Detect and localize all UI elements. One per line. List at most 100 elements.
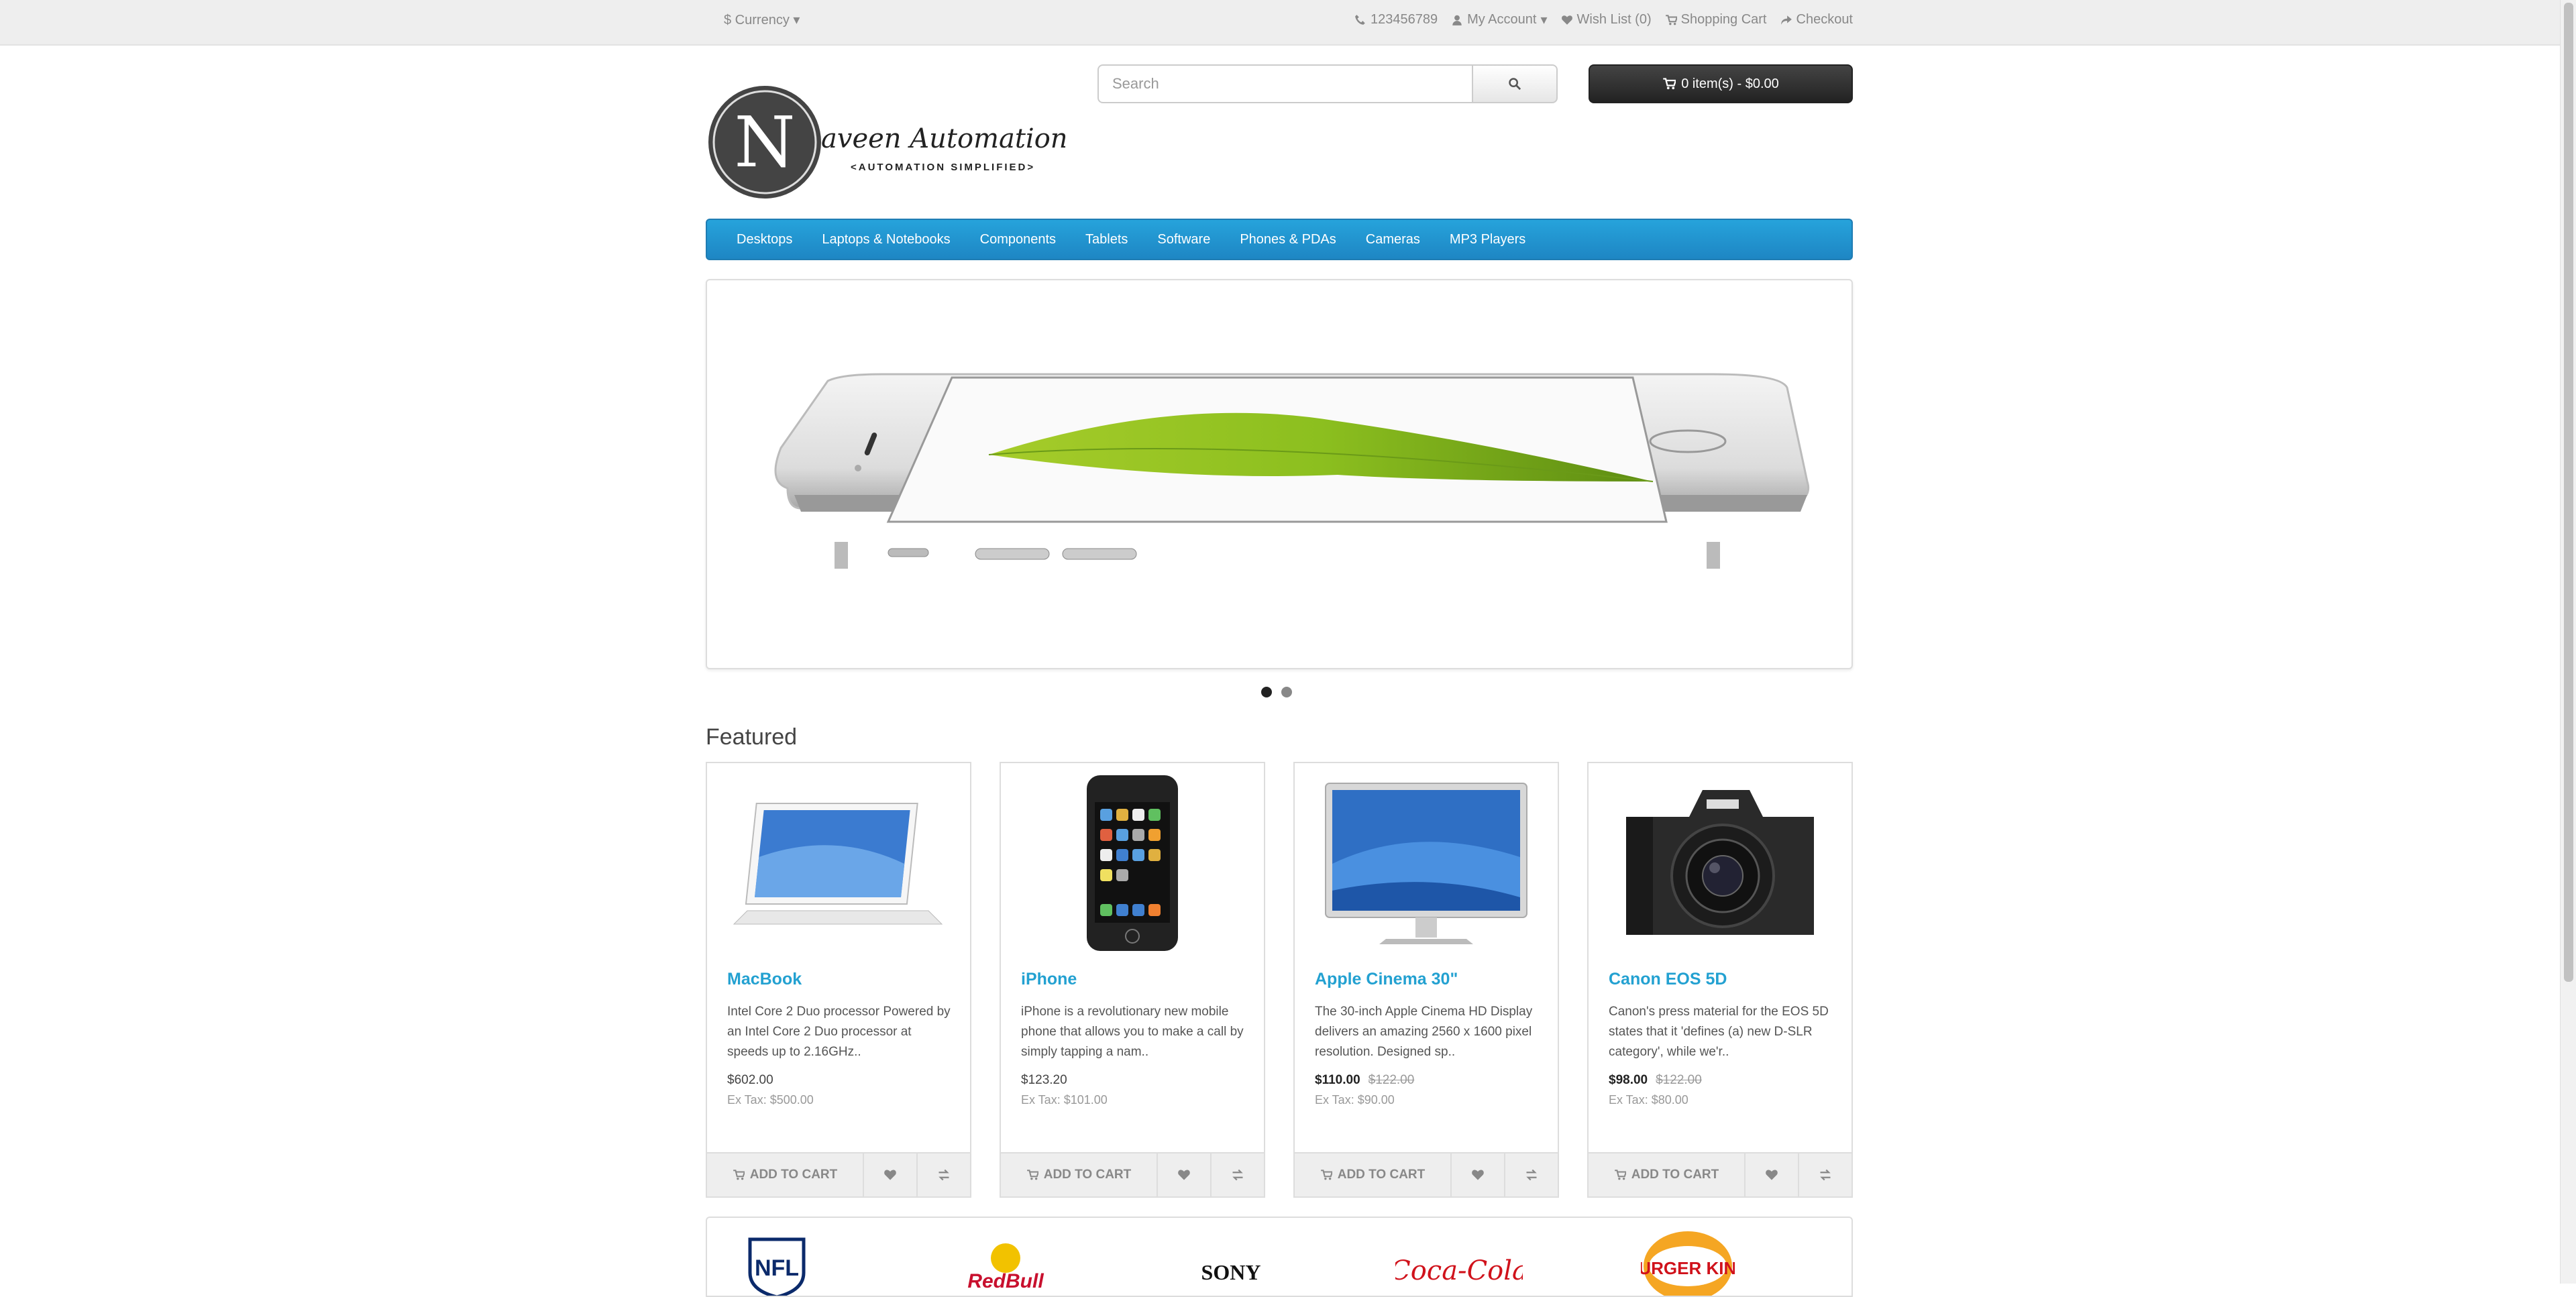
product-actions: ADD TO CART (1295, 1152, 1558, 1196)
iphone-image (1087, 775, 1178, 951)
sony-text: SONY (1201, 1260, 1261, 1284)
product-price: $110.00 $122.00 (1315, 1073, 1414, 1088)
compare-button[interactable] (1799, 1153, 1851, 1196)
caret-down-icon: ▾ (793, 13, 800, 27)
cart-icon (1320, 1170, 1332, 1180)
product-description: The 30-inch Apple Cinema HD Display deli… (1315, 1005, 1533, 1059)
ex-tax: Ex Tax: $90.00 (1315, 1093, 1395, 1107)
slide-dot-2[interactable] (1281, 687, 1292, 697)
macbook-image (733, 803, 943, 925)
exchange-icon (1526, 1169, 1537, 1181)
cart-icon (1665, 14, 1677, 25)
add-to-cart-button[interactable]: ADD TO CART (1589, 1153, 1746, 1196)
sony-logo[interactable]: SONY (1181, 1258, 1281, 1285)
price-value: $602.00 (727, 1073, 773, 1087)
redbull-text: RedBull (967, 1270, 1044, 1292)
add-to-cart-button[interactable]: ADD TO CART (707, 1153, 864, 1196)
brand-carousel[interactable]: NFL RedBull SONY Coca-Cola BURGER KING (706, 1217, 1853, 1297)
ex-tax: Ex Tax: $80.00 (1609, 1093, 1688, 1107)
my-account-dropdown[interactable]: My Account ▾ (1451, 11, 1548, 28)
old-price-value: $122.00 (1368, 1073, 1415, 1087)
burger-king-logo[interactable]: BURGER KING (1641, 1226, 1735, 1297)
product-card-canon-eos-5d: Canon EOS 5D Canon's press material for … (1587, 762, 1853, 1198)
cart-icon (1026, 1170, 1038, 1180)
currency-label: $ Currency (724, 13, 790, 27)
search-input[interactable]: Search (1097, 64, 1473, 103)
menu-item-tablets[interactable]: Tablets (1085, 232, 1128, 247)
ex-tax: Ex Tax: $101.00 (1021, 1093, 1108, 1107)
logo-initial: N (735, 101, 796, 183)
slideshow-pagination (1261, 687, 1292, 697)
product-name[interactable]: MacBook (727, 970, 802, 989)
product-name[interactable]: Canon EOS 5D (1609, 970, 1727, 989)
heart-icon (1766, 1170, 1778, 1180)
exchange-icon (1820, 1169, 1831, 1181)
currency-dropdown[interactable]: $ Currency ▾ (724, 11, 800, 28)
cart-total: 0 item(s) - $0.00 (1681, 76, 1779, 91)
nfl-logo[interactable]: NFL (745, 1233, 809, 1297)
page: $ Currency ▾ 123456789 My Account ▾ Wish… (0, 0, 2576, 1297)
product-card-macbook: MacBook Intel Core 2 Duo processor Power… (706, 762, 971, 1198)
cart-icon (1614, 1170, 1626, 1180)
scrollbar[interactable] (2560, 0, 2576, 1284)
phone-number: 123456789 (1370, 12, 1438, 27)
my-account-label: My Account (1467, 12, 1537, 27)
heart-icon (884, 1170, 896, 1180)
product-name[interactable]: Apple Cinema 30" (1315, 970, 1458, 989)
canon-camera-image (1626, 790, 1814, 935)
menu-item-cameras[interactable]: Cameras (1366, 232, 1420, 247)
menu-item-components[interactable]: Components (980, 232, 1056, 247)
wishlist-link[interactable]: Wish List (0) (1561, 11, 1652, 28)
old-price-value: $122.00 (1656, 1073, 1702, 1087)
product-description: iPhone is a revolutionary new mobile pho… (1021, 1005, 1244, 1059)
add-to-cart-label: ADD TO CART (1337, 1168, 1426, 1182)
menu-item-desktops[interactable]: Desktops (737, 232, 792, 247)
search-button[interactable] (1473, 64, 1558, 103)
add-to-wishlist-button[interactable] (1158, 1153, 1212, 1196)
menu-item-laptops-notebooks[interactable]: Laptops & Notebooks (822, 232, 950, 247)
product-name[interactable]: iPhone (1021, 970, 1077, 989)
scrollbar-thumb[interactable] (2564, 3, 2573, 982)
nfl-text: NFL (755, 1255, 799, 1281)
menu-item-mp3-players[interactable]: MP3 Players (1450, 232, 1525, 247)
site-logo[interactable]: N aveen Automation Labs <AUTOMATION SIMP… (707, 83, 1141, 201)
cart-button[interactable]: 0 item(s) - $0.00 (1589, 64, 1853, 103)
product-image[interactable] (1295, 763, 1558, 958)
add-to-wishlist-button[interactable] (864, 1153, 918, 1196)
product-card-iphone: iPhone iPhone is a revolutionary new mob… (1000, 762, 1265, 1198)
phone-link[interactable]: 123456789 (1354, 11, 1438, 28)
checkout-link[interactable]: Checkout (1780, 11, 1853, 28)
main-menu: Desktops Laptops & Notebooks Components … (706, 219, 1853, 260)
shopping-cart-link[interactable]: Shopping Cart (1665, 11, 1767, 28)
ex-tax: Ex Tax: $500.00 (727, 1093, 814, 1107)
compare-button[interactable] (1505, 1153, 1558, 1196)
product-image[interactable] (1001, 763, 1264, 958)
price-value: $98.00 (1609, 1073, 1648, 1087)
product-actions: ADD TO CART (707, 1152, 970, 1196)
caret-down-icon: ▾ (1540, 13, 1548, 27)
slideshow[interactable] (706, 279, 1853, 669)
phone-icon (1355, 14, 1365, 25)
add-to-wishlist-button[interactable] (1452, 1153, 1505, 1196)
product-actions: ADD TO CART (1589, 1152, 1851, 1196)
user-icon (1452, 15, 1462, 25)
share-icon (1780, 15, 1792, 25)
compare-button[interactable] (1212, 1153, 1264, 1196)
product-actions: ADD TO CART (1001, 1152, 1264, 1196)
product-image[interactable] (1589, 763, 1851, 958)
add-to-wishlist-button[interactable] (1746, 1153, 1799, 1196)
cart-icon (1663, 78, 1676, 90)
top-links: 123456789 My Account ▾ Wish List (0) Sho… (1354, 11, 1853, 28)
add-to-cart-button[interactable]: ADD TO CART (1295, 1153, 1452, 1196)
coca-cola-logo[interactable]: Coca-Cola (1395, 1249, 1523, 1289)
menu-item-software[interactable]: Software (1157, 232, 1210, 247)
redbull-logo[interactable]: RedBull (955, 1238, 1056, 1297)
cart-icon (733, 1170, 745, 1180)
menu-item-phones-pdas[interactable]: Phones & PDAs (1240, 232, 1336, 247)
add-to-cart-button[interactable]: ADD TO CART (1001, 1153, 1158, 1196)
featured-heading: Featured (706, 724, 798, 750)
slide-dot-1[interactable] (1261, 687, 1272, 697)
product-image[interactable] (707, 763, 970, 958)
compare-button[interactable] (918, 1153, 970, 1196)
exchange-icon (938, 1169, 949, 1181)
